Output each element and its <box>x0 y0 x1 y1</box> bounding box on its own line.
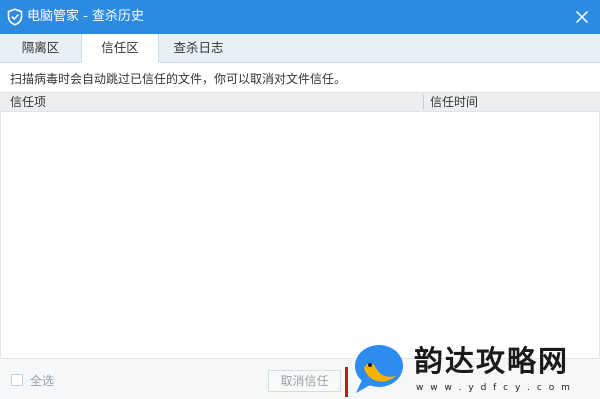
close-icon[interactable] <box>570 5 594 29</box>
column-header-trust-item[interactable]: 信任项 <box>10 93 46 111</box>
watermark-site-name: 韵达攻略网 <box>414 344 570 378</box>
bird-speech-bubble-logo <box>355 345 403 393</box>
cancel-trust-button[interactable]: 取消信任 <box>268 370 341 392</box>
trust-table-header: 信任项 信任时间 <box>0 92 600 112</box>
column-divider[interactable] <box>423 95 424 109</box>
trust-zone-description: 扫描病毒时会自动跳过已信任的文件，你可以取消对文件信任。 <box>10 72 347 86</box>
window-title: 电脑管家 - 查杀历史 <box>27 9 144 24</box>
tab-trust-zone[interactable]: 信任区 <box>82 34 159 63</box>
trust-table-body <box>0 112 600 358</box>
tab-quarantine[interactable]: 隔离区 <box>0 34 82 63</box>
title-bar: 电脑管家 - 查杀历史 <box>0 0 600 34</box>
select-all-label[interactable]: 全选 <box>30 372 54 389</box>
select-all-checkbox[interactable] <box>11 374 23 386</box>
tab-scan-log[interactable]: 查杀日志 <box>159 34 238 63</box>
tab-bar: 隔离区 信任区 查杀日志 <box>0 34 600 63</box>
shield-icon <box>7 8 23 26</box>
column-header-trust-time[interactable]: 信任时间 <box>430 93 478 111</box>
watermark-url: w w w . y d f c y . c o m <box>416 383 572 393</box>
